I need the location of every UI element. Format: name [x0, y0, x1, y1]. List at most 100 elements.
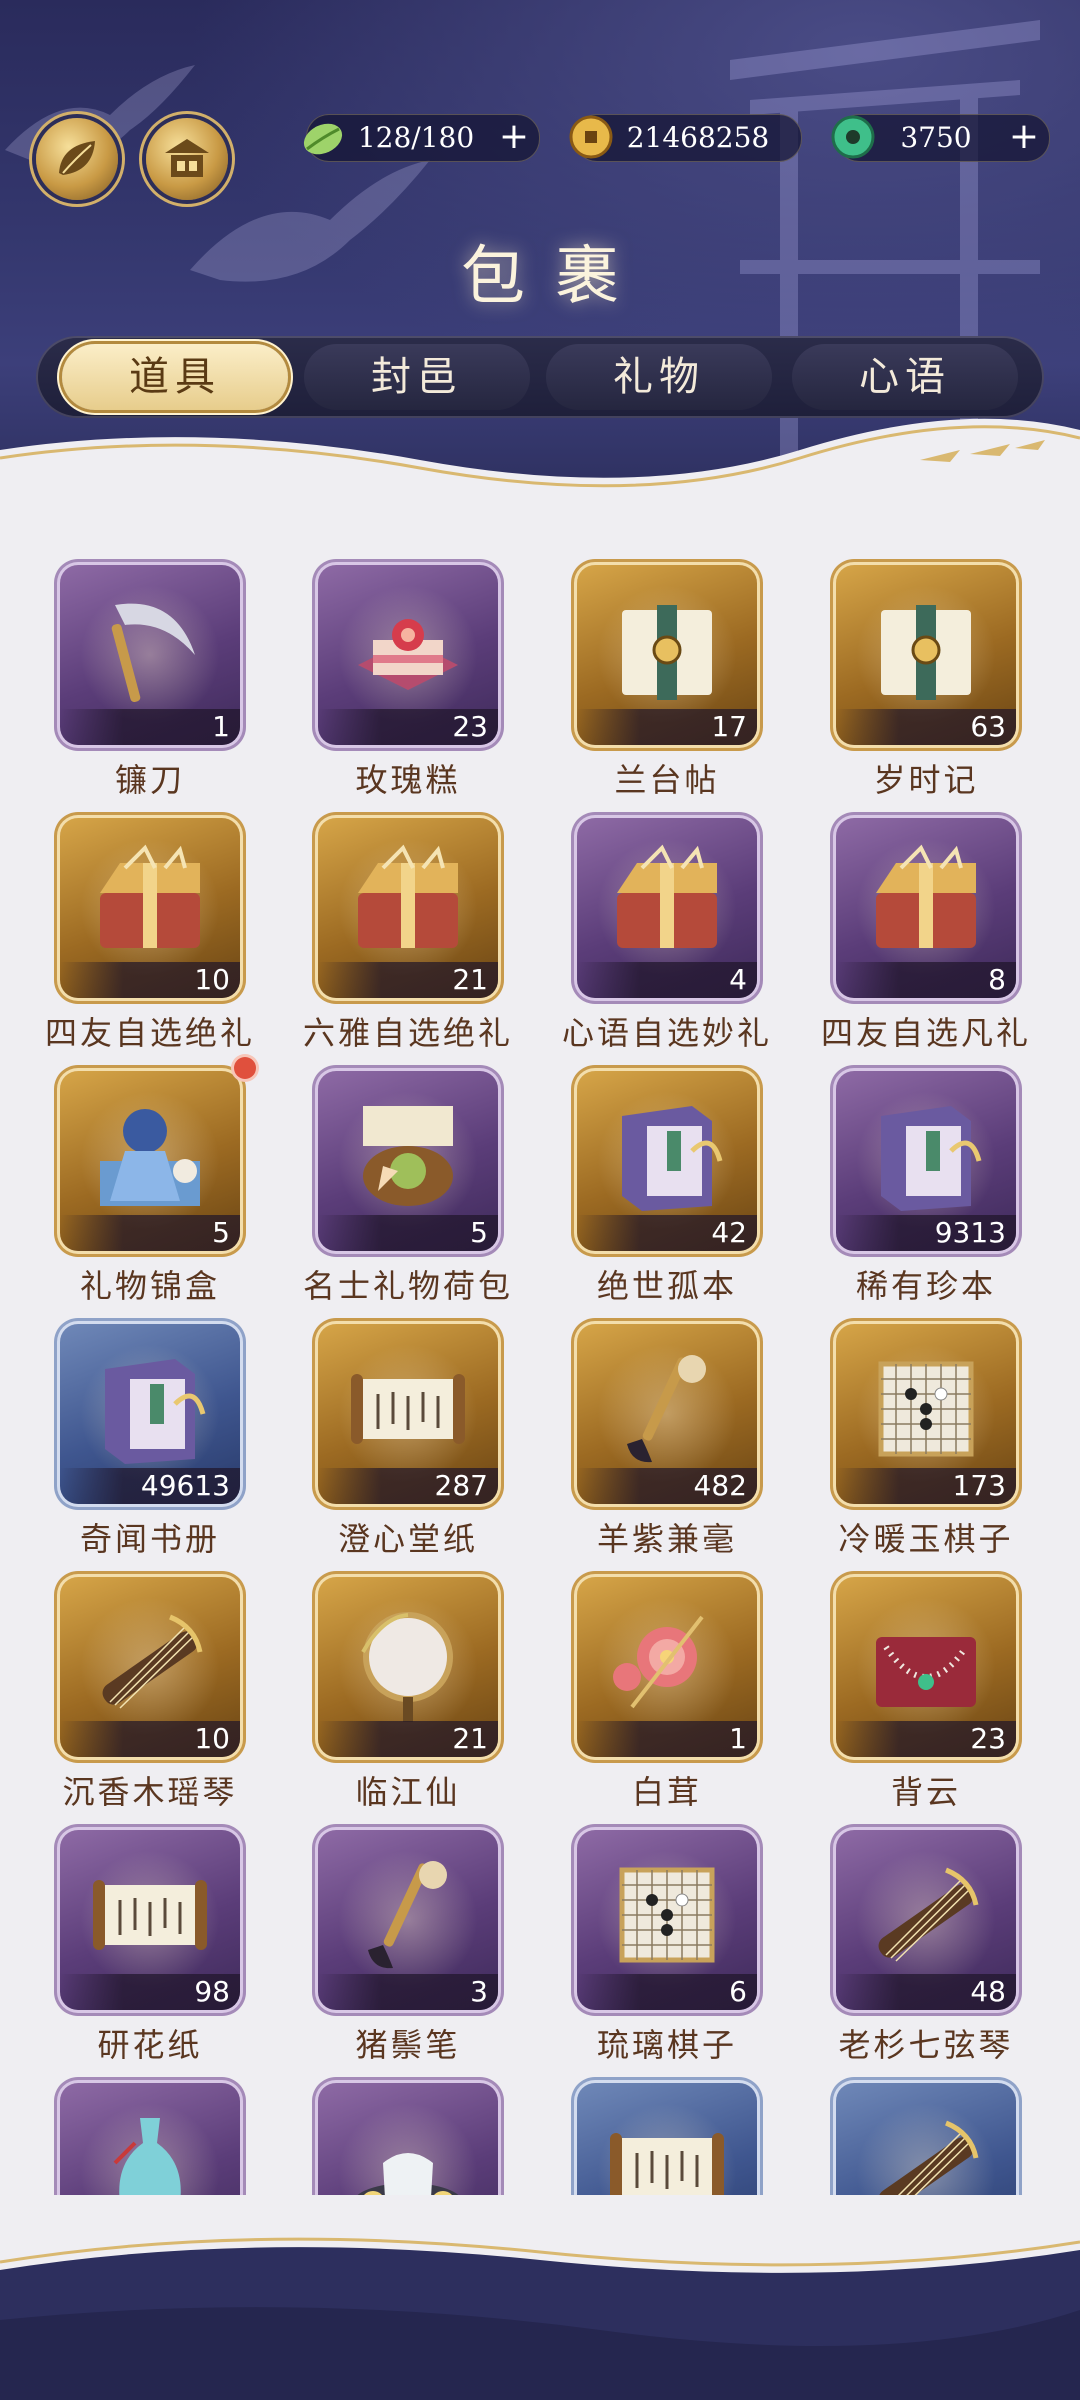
- item-name: 白茸: [631, 1773, 702, 1811]
- stamina-resource: 128/180 +: [303, 114, 540, 162]
- item-count: 5: [60, 1215, 240, 1251]
- item-slot[interactable]: 4 心语自选妙礼: [562, 808, 769, 1058]
- item-frame: 287: [318, 1324, 498, 1504]
- item-frame: 1: [577, 1577, 757, 1757]
- item-slot[interactable]: 23 玫瑰糕: [308, 555, 508, 805]
- item-frame: 6: [577, 1830, 757, 2010]
- item-frame: 1: [60, 565, 240, 745]
- zither-icon: [102, 1614, 203, 1709]
- item-slot[interactable]: 42 绝世孤本: [567, 1061, 767, 1311]
- coins-value: 21468258: [626, 121, 770, 154]
- item-slot[interactable]: 1 白茸: [567, 1567, 767, 1817]
- item-slot[interactable]: 482 羊紫兼毫: [567, 1314, 767, 1564]
- item-slot[interactable]: 287 澄心堂纸: [308, 1314, 508, 1564]
- flower-icon: [613, 1615, 704, 1709]
- gift-set-icon: [100, 1109, 200, 1206]
- scroll-icon: [610, 2133, 724, 2195]
- item-frame: 482: [577, 1324, 757, 1504]
- book-icon: [881, 1106, 982, 1211]
- go-board-icon: [878, 1361, 974, 1457]
- item-slot[interactable]: 9313 稀有珍本: [826, 1061, 1026, 1311]
- item-count: 21: [318, 962, 498, 998]
- item-slot[interactable]: [50, 2073, 250, 2195]
- new-badge: [234, 1057, 256, 1079]
- leaf-menu-button[interactable]: [36, 118, 118, 200]
- add-jade-button[interactable]: +: [1007, 119, 1041, 155]
- scroll-icon: [351, 1374, 465, 1444]
- item-slot[interactable]: 98 研花纸: [50, 1820, 250, 2070]
- item-frame: 23: [836, 1577, 1016, 1757]
- item-slot[interactable]: 10 沉香木瑶琴: [50, 1567, 250, 1817]
- item-count: 9313: [836, 1215, 1016, 1251]
- item-grid: 1 镰刀 23 玫瑰糕 17 兰台帖 63 岁时记 10 四友自选绝礼 21 六雅自选绝礼 4 心语自选妙…: [0, 545, 1080, 2195]
- item-name: 老杉七弦琴: [838, 2026, 1014, 2064]
- tab-fief[interactable]: 封邑: [304, 344, 530, 410]
- scroll-icon: [93, 1880, 207, 1950]
- item-count: 10: [60, 962, 240, 998]
- item-name: 玫瑰糕: [355, 761, 461, 799]
- item-count: 17: [577, 709, 757, 745]
- item-count: 42: [577, 1215, 757, 1251]
- item-slot[interactable]: 10 四友自选绝礼: [45, 808, 252, 1058]
- item-slot[interactable]: 63 岁时记: [826, 555, 1026, 805]
- item-slot[interactable]: 173 冷暖玉棋子: [826, 1314, 1026, 1564]
- item-slot[interactable]: 5 礼物锦盒: [50, 1057, 256, 1311]
- item-slot[interactable]: 23 背云: [826, 1567, 1026, 1817]
- go-board-icon: [619, 1867, 715, 1963]
- item-count: 1: [60, 709, 240, 745]
- letter-icon: [622, 605, 712, 700]
- item-frame: [318, 2083, 498, 2195]
- leaf-icon: [59, 141, 95, 175]
- item-frame: 21: [318, 818, 498, 998]
- item-name: 名士礼物荷包: [302, 1267, 513, 1305]
- item-slot[interactable]: 1 镰刀: [50, 555, 250, 805]
- item-frame: 10: [60, 818, 240, 998]
- item-name: 背云: [890, 1773, 961, 1811]
- brush-icon: [627, 1355, 706, 1463]
- item-slot[interactable]: 21 六雅自选绝礼: [303, 808, 510, 1058]
- item-frame: 5: [318, 1071, 498, 1251]
- necklace-icon: [876, 1637, 976, 1707]
- item-slot[interactable]: [567, 2073, 767, 2195]
- pouch-icon: [363, 1106, 453, 1206]
- item-slot[interactable]: 49613 奇闻书册: [50, 1314, 250, 1564]
- item-frame: 42: [577, 1071, 757, 1251]
- item-name: 稀有珍本: [855, 1267, 996, 1305]
- item-count: 48: [836, 1974, 1016, 2010]
- item-count: 6: [577, 1974, 757, 2010]
- vase-icon: [113, 2118, 181, 2195]
- item-name: 研花纸: [97, 2026, 203, 2064]
- gift-box-icon: [617, 844, 717, 948]
- residence-button[interactable]: [146, 118, 228, 200]
- tea-set-icon: [357, 2153, 459, 2195]
- rose-cake-icon: [358, 619, 458, 690]
- item-count: 23: [318, 709, 498, 745]
- item-slot[interactable]: 17 兰台帖: [567, 555, 767, 805]
- add-stamina-button[interactable]: +: [497, 119, 531, 155]
- tab-heart-words[interactable]: 心语: [792, 344, 1018, 410]
- item-frame: 8: [836, 818, 1016, 998]
- item-frame: 98: [60, 1830, 240, 2010]
- item-count: 23: [836, 1721, 1016, 1757]
- item-slot[interactable]: 3 猪鬃笔: [308, 1820, 508, 2070]
- item-name: 猪鬃笔: [355, 2026, 461, 2064]
- item-slot[interactable]: 21 临江仙: [308, 1567, 508, 1817]
- item-frame: 49613: [60, 1324, 240, 1504]
- pavilion-icon: [165, 139, 209, 177]
- tab-items[interactable]: 道具: [62, 344, 288, 410]
- gift-box-icon: [358, 844, 458, 948]
- item-name: 沉香木瑶琴: [62, 1773, 238, 1811]
- item-slot[interactable]: [308, 2073, 508, 2195]
- item-slot[interactable]: 5 名士礼物荷包: [303, 1061, 510, 1311]
- item-slot[interactable]: 8 四友自选凡礼: [821, 808, 1028, 1058]
- jade-value: 3750: [900, 121, 972, 154]
- item-frame: 4: [577, 818, 757, 998]
- tab-gifts[interactable]: 礼物: [546, 344, 772, 410]
- item-frame: 17: [577, 565, 757, 745]
- item-frame: 173: [836, 1324, 1016, 1504]
- item-slot[interactable]: [826, 2073, 1026, 2195]
- item-slot[interactable]: 6 琉璃棋子: [567, 1820, 767, 2070]
- item-frame: 9313: [836, 1071, 1016, 1251]
- page-title: 包裹: [461, 240, 649, 314]
- item-slot[interactable]: 48 老杉七弦琴: [826, 1820, 1026, 2070]
